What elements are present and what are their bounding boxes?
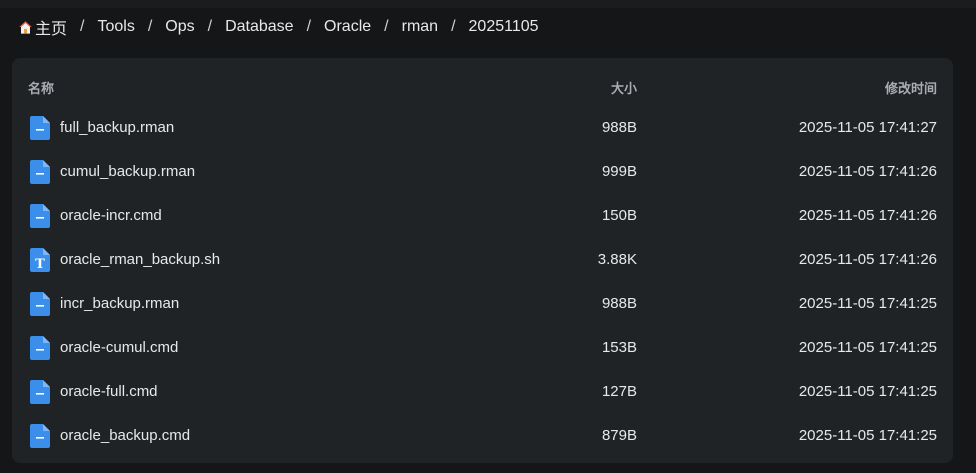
file-size: 879B bbox=[601, 427, 637, 444]
breadcrumb-separator: / bbox=[451, 18, 456, 35]
file-row[interactable]: oracle-full.cmd 127B 2025-11-05 17:41:25 bbox=[12, 370, 953, 414]
breadcrumb-separator: / bbox=[207, 18, 213, 35]
breadcrumb-oracle[interactable]: Oracle bbox=[324, 18, 371, 36]
file-size: 988B bbox=[601, 295, 637, 312]
top-bar bbox=[0, 0, 976, 8]
file-name[interactable]: oracle-cumul.cmd bbox=[60, 339, 178, 356]
file-row[interactable]: oracle_backup.cmd 879B 2025-11-05 17:41:… bbox=[12, 414, 953, 458]
breadcrumb-database[interactable]: Database bbox=[225, 18, 294, 36]
file-name[interactable]: oracle_backup.cmd bbox=[60, 427, 190, 444]
column-header-size[interactable]: 大小 bbox=[611, 78, 637, 97]
file-modified: 2025-11-05 17:41:26 bbox=[798, 207, 937, 224]
file-row[interactable]: oracle-incr.cmd 150B 2025-11-05 17:41:26 bbox=[12, 194, 953, 238]
file-modified: 2025-11-05 17:41:26 bbox=[798, 251, 937, 268]
file-row[interactable]: cumul_backup.rman 999B 2025-11-05 17:41:… bbox=[12, 150, 953, 194]
file-size: 127B bbox=[601, 383, 637, 400]
file-row[interactable]: full_backup.rman 988B 2025-11-05 17:41:2… bbox=[12, 106, 953, 150]
breadcrumb-ops[interactable]: Ops bbox=[165, 18, 194, 36]
file-text-icon: T bbox=[30, 248, 50, 272]
breadcrumb-separator: / bbox=[80, 18, 85, 35]
file-row[interactable]: T oracle_rman_backup.sh 3.88K 2025-11-05… bbox=[12, 238, 953, 282]
column-header-modified[interactable]: 修改时间 bbox=[885, 78, 937, 97]
file-modified: 2025-11-05 17:41:25 bbox=[798, 427, 937, 444]
file-generic-icon bbox=[30, 292, 50, 316]
file-size: 150B bbox=[601, 207, 637, 224]
breadcrumb-separator: / bbox=[147, 18, 153, 35]
file-modified: 2025-11-05 17:41:27 bbox=[798, 119, 937, 136]
svg-text:T: T bbox=[35, 257, 45, 272]
file-row[interactable]: oracle-cumul.cmd 153B 2025-11-05 17:41:2… bbox=[12, 326, 953, 370]
file-size: 999B bbox=[601, 163, 637, 180]
breadcrumb: 主页 / Tools / Ops / Database / Oracle / r… bbox=[18, 14, 539, 40]
file-generic-icon bbox=[30, 336, 50, 360]
file-modified: 2025-11-05 17:41:26 bbox=[798, 163, 937, 180]
file-size: 3.88K bbox=[597, 251, 637, 268]
file-name[interactable]: full_backup.rman bbox=[60, 119, 174, 136]
breadcrumb-separator: / bbox=[384, 18, 389, 35]
table-header: 名称 大小 修改时间 bbox=[12, 58, 953, 112]
home-icon bbox=[19, 20, 32, 34]
breadcrumb-separator: / bbox=[306, 18, 312, 35]
file-generic-icon bbox=[30, 424, 50, 448]
column-header-name[interactable]: 名称 bbox=[28, 78, 54, 97]
file-generic-icon bbox=[30, 116, 50, 140]
file-size: 988B bbox=[601, 119, 637, 136]
file-list: full_backup.rman 988B 2025-11-05 17:41:2… bbox=[12, 106, 953, 458]
file-size: 153B bbox=[601, 339, 637, 356]
file-generic-icon bbox=[30, 380, 50, 404]
file-list-panel: 名称 大小 修改时间 full_backup.rman 988B 2025-11… bbox=[12, 58, 953, 463]
file-name[interactable]: cumul_backup.rman bbox=[60, 163, 195, 180]
file-name[interactable]: incr_backup.rman bbox=[60, 295, 179, 312]
file-name[interactable]: oracle-incr.cmd bbox=[60, 207, 162, 224]
file-modified: 2025-11-05 17:41:25 bbox=[798, 383, 937, 400]
file-modified: 2025-11-05 17:41:25 bbox=[798, 339, 937, 356]
breadcrumb-home[interactable]: 主页 bbox=[18, 15, 67, 39]
breadcrumb-current-folder[interactable]: 20251105 bbox=[469, 18, 539, 36]
file-generic-icon bbox=[30, 160, 50, 184]
breadcrumb-home-label: 主页 bbox=[35, 21, 68, 38]
file-row[interactable]: incr_backup.rman 988B 2025-11-05 17:41:2… bbox=[12, 282, 953, 326]
file-generic-icon bbox=[30, 204, 50, 228]
breadcrumb-rman[interactable]: rman bbox=[402, 18, 438, 36]
file-modified: 2025-11-05 17:41:25 bbox=[798, 295, 937, 312]
breadcrumb-tools[interactable]: Tools bbox=[97, 18, 134, 36]
file-name[interactable]: oracle_rman_backup.sh bbox=[60, 251, 220, 268]
file-name[interactable]: oracle-full.cmd bbox=[60, 383, 158, 400]
